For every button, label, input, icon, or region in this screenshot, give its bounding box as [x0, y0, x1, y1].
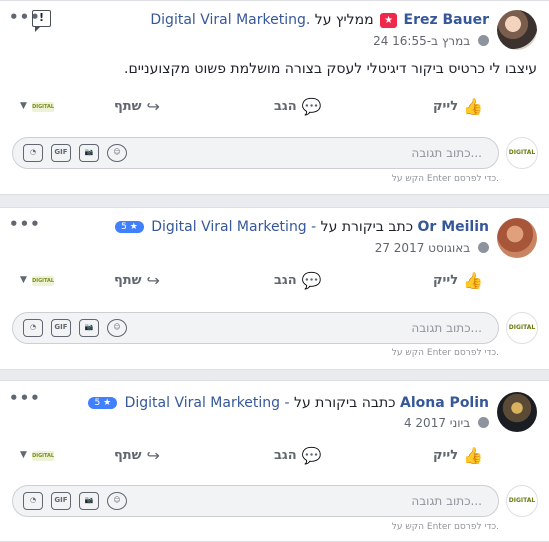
- gif-icon[interactable]: GIF: [51, 319, 71, 337]
- post-actions: לייק 👍 הגב 💬 שתף ↪ ▼ DIGITAL: [0, 93, 549, 123]
- author-name[interactable]: Erez Bauer: [404, 12, 489, 28]
- share-label: שתף: [114, 273, 142, 288]
- like-icon: 👍: [463, 446, 483, 465]
- recommend-icon: ★: [380, 13, 398, 28]
- emoji-icon[interactable]: ☺: [107, 319, 127, 337]
- comment-label: הגב: [274, 99, 297, 114]
- like-icon: 👍: [463, 97, 483, 116]
- sticker-icon[interactable]: ◔: [23, 492, 43, 510]
- gif-icon[interactable]: GIF: [51, 492, 71, 510]
- comment-button[interactable]: הגב 💬: [274, 271, 322, 290]
- chevron-down-icon: ▼: [20, 101, 27, 111]
- post-actions: לייק 👍 הגב 💬 שתף ↪ ▼ DIGITAL: [0, 442, 549, 472]
- emoji-icon[interactable]: ☺: [107, 492, 127, 510]
- post-hint: הקש על Enter כדי לפרסם.: [391, 174, 499, 184]
- share-button[interactable]: שתף ↪: [114, 446, 160, 465]
- like-label: לייק: [432, 99, 459, 114]
- page-link[interactable]: Digital Viral Marketing.: [150, 12, 310, 28]
- post-timestamp[interactable]: 24 במרץ ב-16:55: [373, 34, 489, 48]
- post-options-icon[interactable]: •••: [9, 215, 41, 233]
- comment-icon: 💬: [301, 97, 322, 116]
- author-name[interactable]: Or Meilin: [418, 219, 489, 235]
- comment-button[interactable]: הגב 💬: [274, 446, 322, 465]
- comment-input[interactable]: כתוב תגובה... ◔ GIF 📷 ☺: [12, 485, 499, 517]
- post-timestamp[interactable]: 27 באוגוסט 2017: [375, 241, 489, 255]
- camera-icon[interactable]: 📷: [79, 144, 99, 162]
- post-header: Digital Viral Marketing. ממליץ על ★ Erez…: [150, 12, 489, 28]
- gif-icon[interactable]: GIF: [51, 144, 71, 162]
- page-mini-avatar: DIGITAL: [32, 276, 55, 286]
- author-avatar[interactable]: [497, 392, 537, 432]
- share-label: שתף: [114, 99, 142, 114]
- globe-icon: [478, 417, 489, 428]
- chevron-down-icon: ▼: [20, 450, 27, 460]
- timestamp-text: 4 ביוני 2017: [403, 416, 471, 430]
- comment-label: הגב: [274, 448, 297, 463]
- emoji-icon[interactable]: ☺: [107, 144, 127, 162]
- timestamp-text: 24 במרץ ב-16:55: [373, 34, 471, 48]
- post-verb: כתב ביקורת על: [320, 219, 414, 235]
- comment-icon: 💬: [301, 446, 322, 465]
- page-selector[interactable]: ▼ DIGITAL: [20, 275, 54, 286]
- like-button[interactable]: לייק 👍: [433, 271, 483, 290]
- comment-placeholder: כתוב תגובה...: [411, 321, 482, 335]
- page-mini-avatar: DIGITAL: [32, 102, 55, 112]
- page-link[interactable]: Digital Viral Marketing -: [151, 219, 316, 235]
- post-verb: ממליץ על: [314, 12, 374, 28]
- comment-button[interactable]: הגב 💬: [274, 97, 322, 116]
- share-label: שתף: [114, 448, 142, 463]
- timestamp-text: 27 באוגוסט 2017: [374, 241, 471, 255]
- page-avatar: DIGITAL: [506, 485, 538, 517]
- post-header: 5 ★ Digital Viral Marketing - כתבה ביקור…: [88, 395, 489, 411]
- page-avatar: DIGITAL: [506, 312, 538, 344]
- sticker-icon[interactable]: ◔: [23, 144, 43, 162]
- author-avatar[interactable]: [497, 218, 537, 258]
- comment-tools: ◔ GIF 📷 ☺: [23, 319, 127, 337]
- share-icon: ↪: [146, 446, 160, 465]
- share-icon: ↪: [146, 271, 160, 290]
- like-button[interactable]: לייק 👍: [433, 97, 483, 116]
- post-verb: כתבה ביקורת על: [294, 395, 396, 411]
- feed: ••• ! Digital Viral Marketing. ממליץ על …: [0, 0, 549, 542]
- post-hint: הקש על Enter כדי לפרסם.: [391, 348, 499, 358]
- page-link[interactable]: Digital Viral Marketing -: [125, 395, 290, 411]
- like-label: לייק: [432, 448, 459, 463]
- comment-placeholder: כתוב תגובה...: [411, 494, 482, 508]
- post-options-icon[interactable]: •••: [9, 389, 41, 407]
- report-icon[interactable]: !: [32, 10, 51, 32]
- comment-tools: ◔ GIF 📷 ☺: [23, 144, 127, 162]
- like-label: לייק: [432, 273, 459, 288]
- author-avatar[interactable]: [497, 10, 537, 50]
- like-button[interactable]: לייק 👍: [433, 446, 483, 465]
- like-icon: 👍: [463, 271, 483, 290]
- camera-icon[interactable]: 📷: [79, 492, 99, 510]
- camera-icon[interactable]: 📷: [79, 319, 99, 337]
- post-hint: הקש על Enter כדי לפרסם.: [391, 522, 499, 532]
- comment-icon: 💬: [301, 271, 322, 290]
- comment-label: הגב: [274, 273, 297, 288]
- rating-badge: 5 ★: [88, 397, 118, 409]
- comment-input[interactable]: כתוב תגובה... ◔ GIF 📷 ☺: [12, 312, 499, 344]
- post-actions: לייק 👍 הגב 💬 שתף ↪ ▼ DIGITAL: [0, 267, 549, 297]
- rating-badge: 5 ★: [115, 221, 144, 233]
- post-timestamp[interactable]: 4 ביוני 2017: [404, 416, 489, 430]
- page-mini-avatar: DIGITAL: [32, 451, 55, 461]
- chevron-down-icon: ▼: [20, 275, 27, 285]
- author-name[interactable]: Alona Polin: [400, 395, 489, 411]
- globe-icon: [478, 35, 489, 46]
- comment-input[interactable]: כתוב תגובה... ◔ GIF 📷 ☺: [12, 137, 499, 169]
- page-selector[interactable]: ▼ DIGITAL: [20, 101, 54, 112]
- post-text: עיצבו לי כרטיס ביקור דיגיטלי לעסק בצורה …: [124, 61, 537, 77]
- post-header: 5 ★ Digital Viral Marketing - כתב ביקורת…: [115, 219, 489, 235]
- comment-placeholder: כתוב תגובה...: [411, 146, 482, 160]
- sticker-icon[interactable]: ◔: [23, 319, 43, 337]
- share-button[interactable]: שתף ↪: [114, 97, 160, 116]
- page-avatar: DIGITAL: [506, 137, 538, 169]
- globe-icon: [478, 242, 489, 253]
- comment-tools: ◔ GIF 📷 ☺: [23, 492, 127, 510]
- share-icon: ↪: [146, 97, 160, 116]
- page-selector[interactable]: ▼ DIGITAL: [20, 450, 54, 461]
- share-button[interactable]: שתף ↪: [114, 271, 160, 290]
